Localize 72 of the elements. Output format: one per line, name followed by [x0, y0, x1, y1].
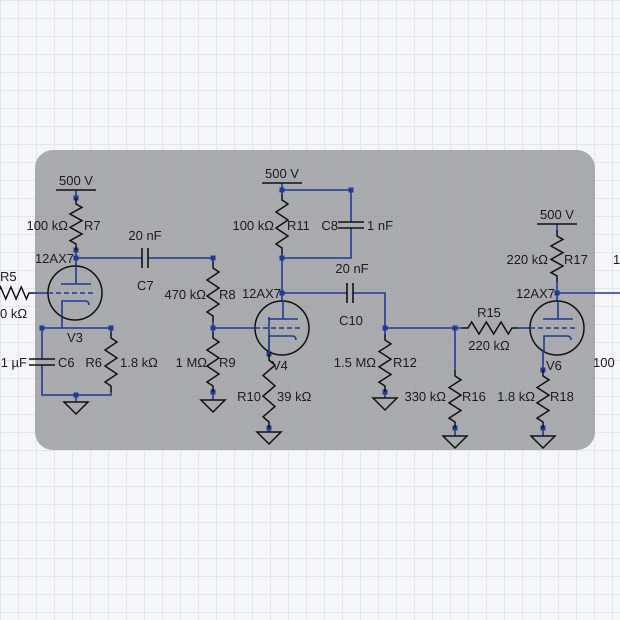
vacuum-tube-symbol[interactable] — [254, 300, 310, 356]
tube-type-label: 12AX7 — [516, 286, 555, 301]
resistor-value: 100 kΩ — [26, 218, 68, 233]
resistor-name: R5 — [0, 269, 17, 284]
resistor-symbol[interactable] — [206, 262, 220, 322]
resistor-symbol[interactable] — [378, 334, 392, 392]
supply-label: 500 V — [59, 173, 93, 188]
capacitor-value: 20 nF — [128, 228, 162, 243]
resistor-symbol[interactable] — [448, 370, 462, 428]
resistor-value: 1.8 kΩ — [120, 355, 158, 370]
capacitor-symbol[interactable] — [141, 247, 149, 269]
tube-name: V3 — [67, 330, 83, 345]
ground-symbol[interactable] — [529, 435, 557, 450]
capacitor-value: 1 µF — [0, 355, 27, 370]
resistor-name: R17 — [564, 252, 588, 267]
resistor-symbol[interactable] — [206, 332, 220, 392]
capacitor-value: 1 nF — [367, 218, 394, 233]
resistor-value: 100 kΩ — [232, 218, 274, 233]
resistor-symbol[interactable] — [68, 198, 84, 250]
ground-symbol[interactable] — [255, 431, 283, 446]
resistor-symbol[interactable] — [462, 320, 518, 336]
resistor-value: 220 kΩ — [468, 338, 510, 353]
resistor-name: R18 — [550, 389, 574, 404]
wire — [518, 327, 530, 329]
resistor-name: R11 — [287, 218, 310, 233]
capacitor-name: C6 — [58, 355, 75, 370]
component-value: 100 — [593, 355, 615, 370]
capacitor-name: C8 — [321, 218, 338, 233]
ground-symbol[interactable] — [199, 399, 227, 414]
capacitor-symbol[interactable] — [28, 358, 56, 366]
resistor-name: R8 — [219, 287, 236, 302]
resistor-name: R10 — [237, 389, 261, 404]
resistor-symbol[interactable] — [0, 285, 35, 301]
resistor-name: R12 — [393, 355, 417, 370]
resistor-symbol[interactable] — [536, 370, 550, 428]
tube-name: V6 — [546, 358, 562, 373]
tube-type-label: 12AX7 — [34, 251, 74, 266]
vacuum-tube-symbol[interactable] — [529, 300, 585, 356]
wire — [148, 257, 214, 262]
resistor-value: 220 kΩ — [506, 252, 548, 267]
tube-type-label: 12AX7 — [242, 286, 281, 301]
resistor-name: R7 — [84, 218, 101, 233]
capacitor-value: 20 nF — [335, 261, 369, 276]
resistor-value: 330 kΩ — [404, 389, 446, 404]
resistor-value: 1.8 kΩ — [497, 389, 535, 404]
tube-name: V4 — [272, 358, 288, 373]
resistor-value: 39 kΩ — [277, 389, 312, 404]
resistor-symbol[interactable] — [274, 194, 290, 254]
capacitor-symbol[interactable] — [346, 282, 354, 304]
ground-symbol[interactable] — [441, 435, 469, 450]
capacitor-name: C7 — [137, 278, 154, 293]
supply-label: 500 V — [265, 166, 299, 181]
resistor-value: 0 kΩ — [0, 306, 28, 321]
component-value: 1 — [613, 252, 620, 267]
resistor-value: 1 MΩ — [176, 355, 207, 370]
wire — [556, 224, 558, 230]
resistor-name: R9 — [219, 355, 236, 370]
resistor-value: 470 kΩ — [164, 287, 206, 302]
vacuum-tube-symbol[interactable] — [47, 265, 103, 321]
wire — [35, 292, 48, 294]
resistor-symbol[interactable] — [549, 230, 565, 282]
capacitor-name: C10 — [339, 313, 363, 328]
ground-symbol[interactable] — [371, 397, 399, 412]
resistor-value: 1.5 MΩ — [334, 355, 376, 370]
resistor-name: R15 — [477, 305, 501, 320]
ground-symbol[interactable] — [62, 401, 90, 416]
supply-label: 500 V — [540, 207, 574, 222]
capacitor-symbol[interactable] — [337, 221, 365, 229]
wire — [542, 352, 544, 370]
resistor-symbol[interactable] — [104, 332, 118, 392]
resistor-name: R6 — [85, 355, 102, 370]
resistor-name: R16 — [462, 389, 486, 404]
